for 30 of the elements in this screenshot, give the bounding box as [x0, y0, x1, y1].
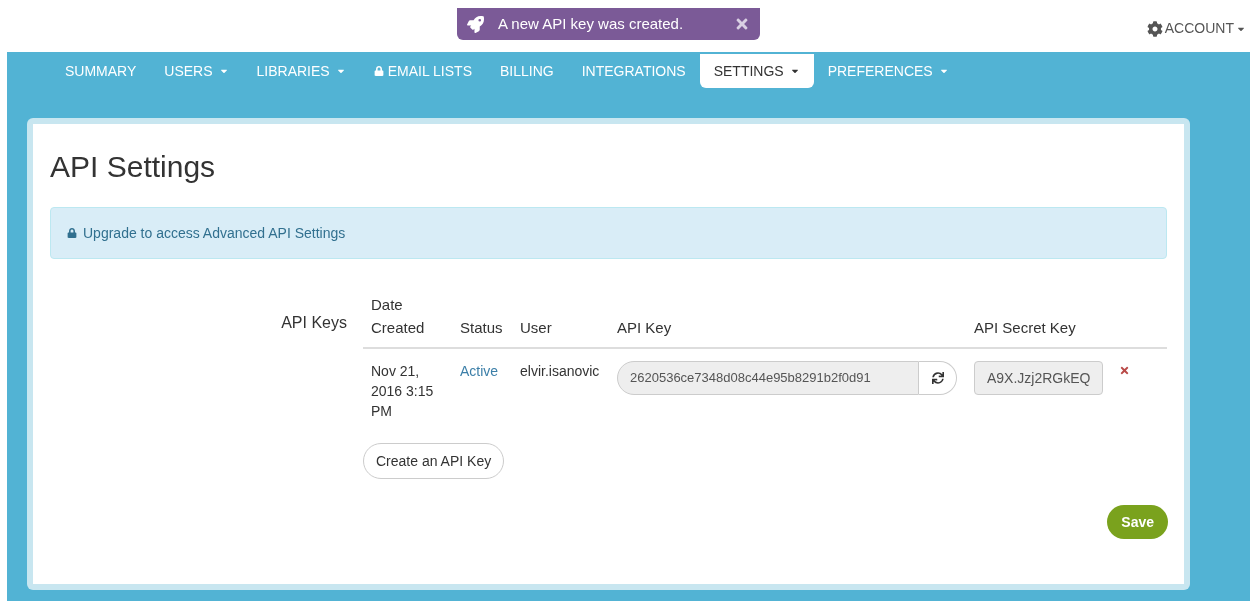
upgrade-link[interactable]: Upgrade to access Advanced API Settings — [83, 222, 346, 244]
status-link[interactable]: Active — [458, 361, 520, 381]
settings-icon — [1146, 20, 1163, 37]
api-key-field[interactable]: 2620536ce7348d08c44e95b8291b2f0d91 — [617, 361, 919, 395]
account-menu[interactable]: ACCOUNT — [1146, 18, 1246, 39]
toast-message: A new API key was created. — [498, 13, 684, 34]
nav-tab[interactable]: LIBRARIES — [242, 54, 360, 88]
api-keys-label: API Keys — [281, 313, 347, 333]
column-header: API Key — [617, 317, 673, 338]
refresh-icon — [931, 372, 944, 384]
nav-tab[interactable]: PREFERENCES — [813, 54, 963, 88]
table-cell-text: Nov 21, 2016 3:15 PM — [370, 362, 435, 421]
nav-tab[interactable]: BILLING — [486, 54, 568, 88]
column-header: API Secret Key — [974, 317, 1077, 338]
rocket-icon — [467, 15, 484, 33]
page-title: API Settings — [50, 149, 217, 185]
secret-key-field[interactable]: A9X.Jzj2RGkEQ — [974, 361, 1104, 395]
nav-tab[interactable]: USERS — [150, 54, 243, 88]
column-header: User — [520, 317, 553, 338]
column-header: Status — [459, 317, 504, 338]
save-button[interactable]: Save — [1107, 505, 1168, 539]
close-icon[interactable] — [734, 16, 750, 32]
nav-tab[interactable]: SUMMARY — [51, 54, 151, 88]
nav-tab[interactable]: INTEGRATIONS — [567, 54, 700, 88]
lock-icon — [67, 228, 77, 238]
nav-tab[interactable]: SETTINGS — [699, 54, 814, 88]
table-cell-text: elvir.isanovic — [520, 362, 601, 381]
nav-tab[interactable]: EMAIL LISTS — [359, 54, 486, 88]
delete-icon[interactable] — [1119, 365, 1131, 376]
column-header: Date Created — [370, 295, 426, 338]
